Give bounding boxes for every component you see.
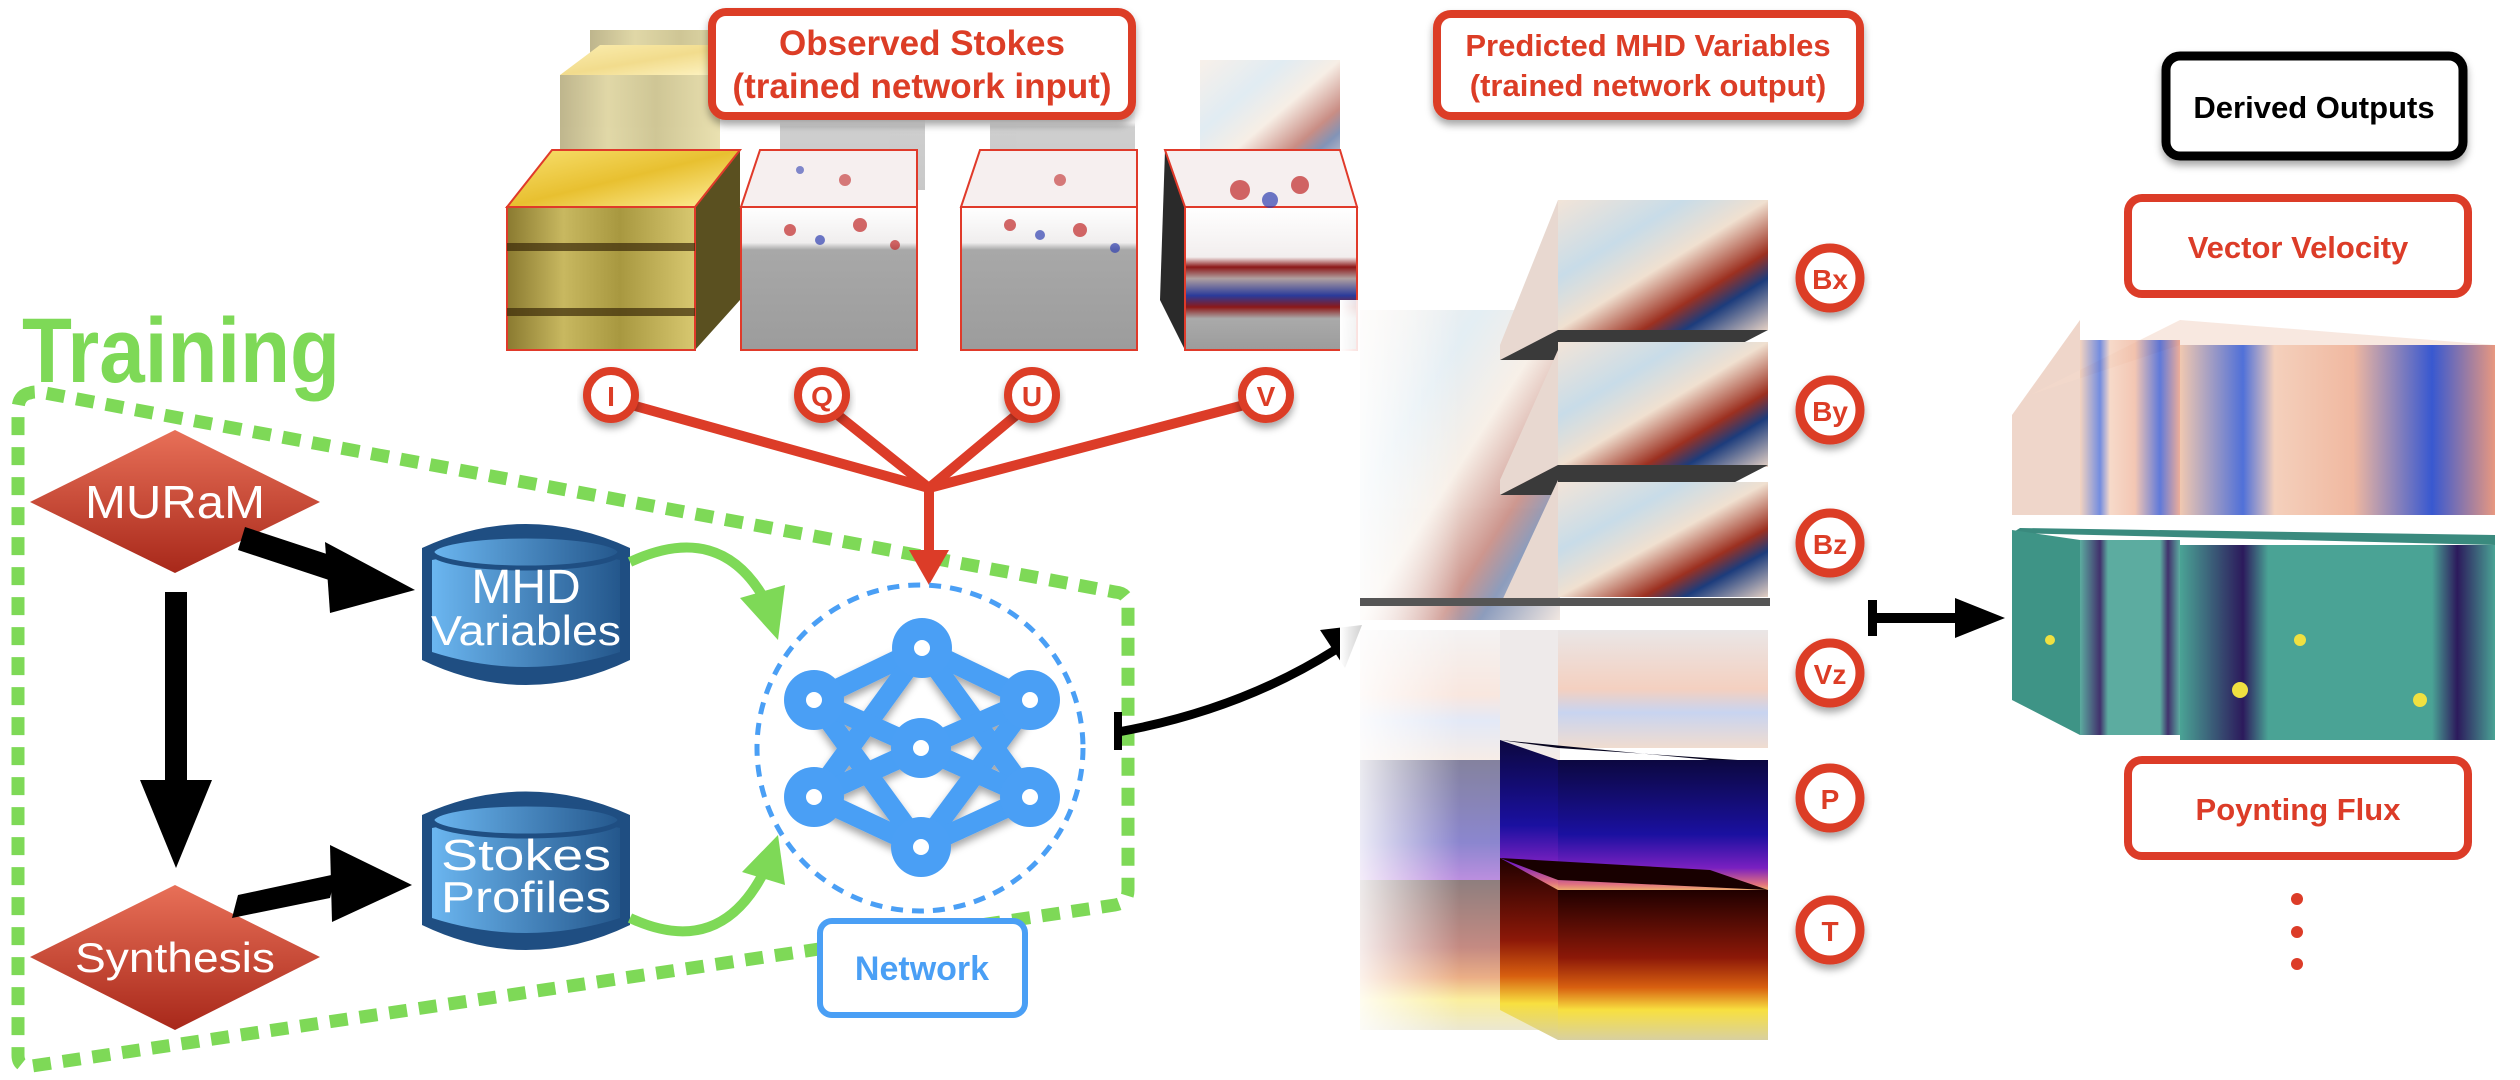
stokes-channel-Q: Q bbox=[794, 367, 850, 423]
predicted-slab-Vz bbox=[1500, 630, 1768, 748]
variable-badge-By: By bbox=[1795, 375, 1865, 445]
stokes-cube-U bbox=[959, 149, 1138, 351]
svg-text:Derived Outputs: Derived Outputs bbox=[2193, 90, 2434, 125]
svg-text:By: By bbox=[1812, 396, 1848, 427]
variable-badge-Bz: Bz bbox=[1795, 508, 1865, 578]
svg-text:(trained network output): (trained network output) bbox=[1470, 68, 1826, 103]
stokes-profiles-database: Stokes Profiles bbox=[422, 791, 630, 950]
svg-text:V: V bbox=[1257, 381, 1276, 412]
diagram-canvas: Training Observed Stokes (trained networ… bbox=[11, 8, 2495, 1073]
derived-outputs-header: Derived Outputs bbox=[2161, 51, 2468, 161]
observed-stokes-title: Observed Stokes bbox=[779, 24, 1065, 63]
more-outputs-ellipsis-icon bbox=[2291, 893, 2303, 970]
stokes-cube-I bbox=[504, 149, 743, 351]
stokes-to-network-connector bbox=[623, 399, 1253, 560]
svg-text:Profiles: Profiles bbox=[441, 873, 611, 922]
predicted-variable-stack bbox=[1340, 200, 1770, 1050]
predicted-to-derived-arrow bbox=[1868, 598, 2005, 638]
stokes-cube-Q bbox=[739, 149, 918, 351]
svg-text:Poynting Flux: Poynting Flux bbox=[2196, 792, 2402, 827]
predicted-label: Predicted MHD Variables (trained network… bbox=[1433, 10, 1864, 120]
svg-text:Predicted MHD Variables: Predicted MHD Variables bbox=[1465, 28, 1830, 63]
svg-text:U: U bbox=[1022, 381, 1042, 412]
training-title: Training bbox=[22, 300, 340, 402]
stokes-channel-V: V bbox=[1238, 367, 1294, 423]
svg-text:P: P bbox=[1821, 784, 1840, 815]
network-to-predicted-arrow bbox=[1114, 625, 1362, 750]
stokes-to-network-arrow bbox=[627, 835, 785, 937]
muram-to-mhd-arrow bbox=[238, 527, 415, 613]
observed-stokes-subtitle: (trained network input) bbox=[732, 67, 1111, 106]
svg-text:Variables: Variables bbox=[431, 607, 621, 654]
svg-text:Bz: Bz bbox=[1813, 529, 1847, 560]
mhd-to-network-arrow bbox=[627, 542, 785, 640]
velocity-visualization bbox=[2012, 320, 2495, 515]
poynting-flux-visualization bbox=[2012, 528, 2495, 740]
svg-text:I: I bbox=[607, 381, 615, 412]
synthesis-to-stokes-arrow bbox=[232, 845, 412, 922]
variable-badge-Bx: Bx bbox=[1795, 243, 1865, 313]
svg-text:MURaM: MURaM bbox=[85, 476, 265, 528]
muram-to-synthesis-arrow bbox=[140, 592, 212, 868]
svg-text:T: T bbox=[1821, 916, 1838, 947]
svg-text:Network: Network bbox=[855, 950, 989, 988]
variable-badge-Vz: Vz bbox=[1795, 638, 1865, 708]
neural-network-icon bbox=[754, 582, 1086, 914]
network-label-box: Network bbox=[817, 918, 1028, 1018]
stokes-channel-I: I bbox=[583, 367, 639, 423]
observed-stokes-label: Observed Stokes (trained network input) bbox=[708, 8, 1136, 120]
predicted-slab-Bx bbox=[1500, 200, 1768, 360]
svg-text:Vector Velocity: Vector Velocity bbox=[2188, 230, 2409, 265]
derived-item-poynting-flux: Poynting Flux bbox=[2124, 756, 2472, 860]
variable-badge-T: T bbox=[1795, 895, 1865, 965]
svg-text:Synthesis: Synthesis bbox=[75, 934, 275, 981]
arrowhead-to-network bbox=[909, 550, 949, 585]
variable-badge-P: P bbox=[1795, 763, 1865, 833]
stokes-channel-U: U bbox=[1004, 367, 1060, 423]
stokes-cube-V bbox=[1160, 149, 1359, 351]
svg-text:Q: Q bbox=[811, 381, 833, 412]
svg-text:Bx: Bx bbox=[1812, 264, 1848, 295]
mhd-variables-database: MHD Variables bbox=[422, 524, 630, 685]
derived-item-vector-velocity: Vector Velocity bbox=[2124, 194, 2472, 298]
svg-text:Vz: Vz bbox=[1814, 659, 1847, 690]
